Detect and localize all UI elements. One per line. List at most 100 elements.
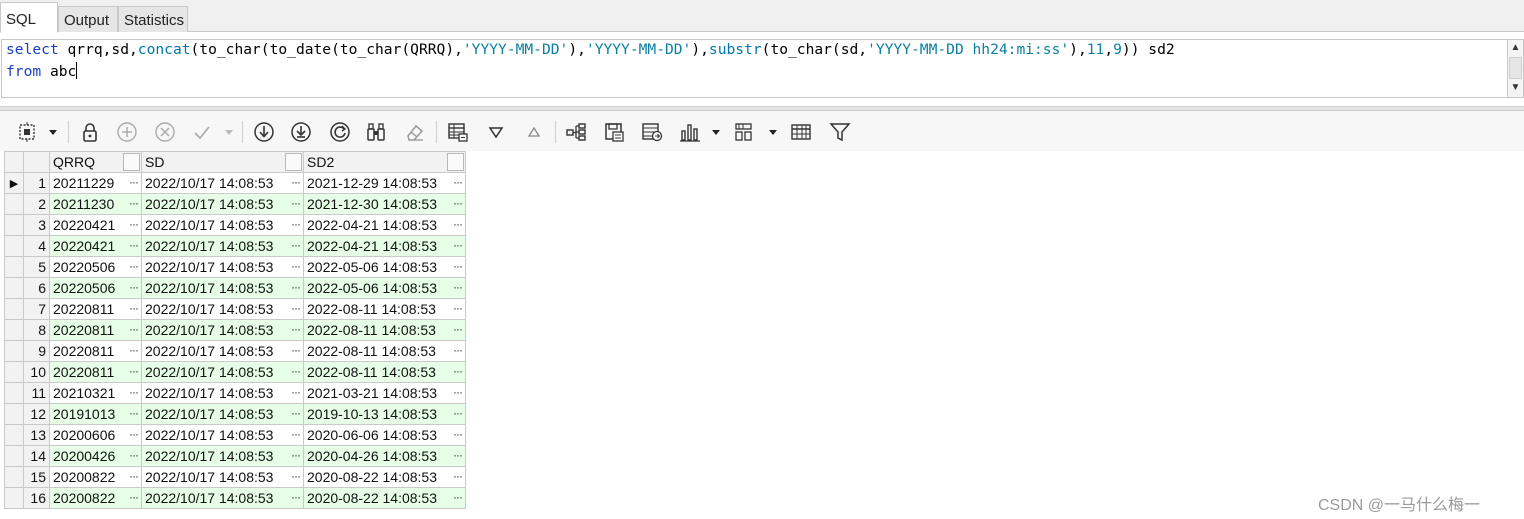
cell-sd[interactable]: 2022/10/17 14:08:53 ···	[141, 256, 304, 278]
tab-statistics[interactable]: Statistics	[118, 6, 188, 32]
filter-icon[interactable]	[828, 120, 852, 144]
cell-editor-button[interactable]: ···	[291, 279, 301, 297]
dropdown-arrow-icon[interactable]	[710, 120, 722, 144]
cell-qrrq[interactable]: 20210321 ···	[49, 382, 142, 404]
cell-editor-button[interactable]: ···	[453, 174, 463, 192]
cell-sd[interactable]: 2022/10/17 14:08:53 ···	[141, 298, 304, 320]
cell-editor-button[interactable]: ···	[453, 384, 463, 402]
cell-editor-button[interactable]: ···	[453, 447, 463, 465]
cell-qrrq[interactable]: 20211230 ···	[49, 193, 142, 215]
table-row[interactable]: 13 20200606 ··· 2022/10/17 14:08:53 ··· 2020-…	[4, 424, 466, 446]
row-indicator[interactable]	[4, 193, 24, 215]
cell-sd[interactable]: 2022/10/17 14:08:53 ···	[141, 487, 304, 509]
cell-editor-button[interactable]: ···	[129, 426, 139, 444]
cell-editor-button[interactable]: ···	[291, 195, 301, 213]
cell-sd[interactable]: 2022/10/17 14:08:53 ···	[141, 382, 304, 404]
cell-qrrq[interactable]: 20220421 ···	[49, 235, 142, 257]
refresh-icon[interactable]	[328, 120, 352, 144]
cell-sd[interactable]: 2022/10/17 14:08:53 ···	[141, 172, 304, 194]
cell-editor-button[interactable]: ···	[453, 426, 463, 444]
cell-editor-button[interactable]: ···	[291, 426, 301, 444]
cell-qrrq[interactable]: 20220506 ···	[49, 256, 142, 278]
tree-view-icon[interactable]	[564, 120, 588, 144]
add-record-icon[interactable]	[115, 120, 139, 144]
cell-sd[interactable]: 2022/10/17 14:08:53 ···	[141, 403, 304, 425]
column-header-sd[interactable]: SD	[141, 151, 304, 173]
layout-icon[interactable]	[733, 120, 757, 144]
cell-sd2[interactable]: 2020-08-22 14:08:53 ···	[303, 466, 466, 488]
cell-sd2[interactable]: 2022-04-21 14:08:53 ···	[303, 235, 466, 257]
cell-sd[interactable]: 2022/10/17 14:08:53 ···	[141, 424, 304, 446]
fetch-next-icon[interactable]	[252, 120, 276, 144]
cell-editor-button[interactable]: ···	[291, 405, 301, 423]
chart-icon[interactable]	[678, 120, 702, 144]
cell-sd[interactable]: 2022/10/17 14:08:53 ···	[141, 214, 304, 236]
cell-editor-button[interactable]: ···	[453, 405, 463, 423]
cell-sd2[interactable]: 2022-04-21 14:08:53 ···	[303, 214, 466, 236]
table-row[interactable]: 5 20220506 ··· 2022/10/17 14:08:53 ··· 2022-0…	[4, 256, 466, 278]
scroll-down-arrow-icon[interactable]: ▼	[1510, 82, 1521, 94]
cell-sd2[interactable]: 2022-05-06 14:08:53 ···	[303, 256, 466, 278]
cell-editor-button[interactable]: ···	[291, 258, 301, 276]
delete-record-icon[interactable]	[153, 120, 177, 144]
filter-up-icon[interactable]	[522, 120, 546, 144]
cell-editor-button[interactable]: ···	[291, 321, 301, 339]
table-row[interactable]: 16 20200822 ··· 2022/10/17 14:08:53 ··· 2020-…	[4, 487, 466, 509]
row-indicator[interactable]	[4, 235, 24, 257]
cell-editor-button[interactable]: ···	[129, 174, 139, 192]
query-by-example-icon[interactable]	[364, 120, 388, 144]
cell-qrrq[interactable]: 20200822 ···	[49, 466, 142, 488]
tab-output[interactable]: Output	[58, 6, 118, 32]
cell-qrrq[interactable]: 20220811 ···	[49, 340, 142, 362]
cell-editor-button[interactable]: ···	[453, 300, 463, 318]
cell-sd2[interactable]: 2021-03-21 14:08:53 ···	[303, 382, 466, 404]
filter-down-icon[interactable]	[484, 120, 508, 144]
tab-sql[interactable]: SQL	[0, 2, 58, 33]
select-rows-icon[interactable]	[15, 120, 39, 144]
cell-sd[interactable]: 2022/10/17 14:08:53 ···	[141, 235, 304, 257]
cell-sd2[interactable]: 2020-08-22 14:08:53 ···	[303, 487, 466, 509]
cell-editor-button[interactable]: ···	[291, 468, 301, 486]
lock-icon[interactable]	[78, 120, 102, 144]
cell-qrrq[interactable]: 20200822 ···	[49, 487, 142, 509]
cell-qrrq[interactable]: 20220811 ···	[49, 319, 142, 341]
column-menu-button[interactable]	[285, 153, 302, 171]
cell-editor-button[interactable]: ···	[129, 384, 139, 402]
cell-editor-button[interactable]: ···	[129, 405, 139, 423]
table-row[interactable]: 12 20191013 ··· 2022/10/17 14:08:53 ··· 2019-…	[4, 403, 466, 425]
table-row[interactable]: 10 20220811 ··· 2022/10/17 14:08:53 ··· 2022-…	[4, 361, 466, 383]
table-row[interactable]: 6 20220506 ··· 2022/10/17 14:08:53 ··· 2022-0…	[4, 277, 466, 299]
cell-sd2[interactable]: 2022-08-11 14:08:53 ···	[303, 298, 466, 320]
cell-editor-button[interactable]: ···	[291, 342, 301, 360]
table-row[interactable]: 4 20220421 ··· 2022/10/17 14:08:53 ··· 2022-0…	[4, 235, 466, 257]
table-row[interactable]: ▶ 1 20211229 ··· 2022/10/17 14:08:53 ··· 2021-…	[4, 172, 466, 194]
table-row[interactable]: 7 20220811 ··· 2022/10/17 14:08:53 ··· 2022-0…	[4, 298, 466, 320]
cell-editor-button[interactable]: ···	[291, 216, 301, 234]
cell-editor-button[interactable]: ···	[129, 279, 139, 297]
table-row[interactable]: 8 20220811 ··· 2022/10/17 14:08:53 ··· 2022-0…	[4, 319, 466, 341]
cell-sd2[interactable]: 2022-08-11 14:08:53 ···	[303, 319, 466, 341]
cell-editor-button[interactable]: ···	[129, 489, 139, 507]
cell-editor-button[interactable]: ···	[129, 342, 139, 360]
header-corner[interactable]	[4, 151, 24, 173]
row-indicator[interactable]	[4, 277, 24, 299]
clear-icon[interactable]	[402, 120, 426, 144]
cell-editor-button[interactable]: ···	[453, 321, 463, 339]
row-indicator[interactable]	[4, 466, 24, 488]
grid-view-icon[interactable]	[446, 120, 470, 144]
cell-qrrq[interactable]: 20220421 ···	[49, 214, 142, 236]
cell-editor-button[interactable]: ···	[129, 447, 139, 465]
row-indicator[interactable]	[4, 382, 24, 404]
dropdown-arrow-icon[interactable]	[223, 120, 235, 144]
table-row[interactable]: 9 20220811 ··· 2022/10/17 14:08:53 ··· 2022-0…	[4, 340, 466, 362]
sql-editor[interactable]: select qrrq,sd,concat(to_char(to_date(to…	[1, 39, 1507, 98]
cell-editor-button[interactable]: ···	[453, 258, 463, 276]
row-indicator[interactable]	[4, 256, 24, 278]
table-row[interactable]: 2 20211230 ··· 2022/10/17 14:08:53 ··· 2021-1…	[4, 193, 466, 215]
scroll-up-arrow-icon[interactable]: ▲	[1510, 42, 1521, 54]
editor-vertical-scrollbar[interactable]: ▲ ▼	[1507, 39, 1524, 98]
row-indicator[interactable]	[4, 319, 24, 341]
cell-sd[interactable]: 2022/10/17 14:08:53 ···	[141, 193, 304, 215]
cell-editor-button[interactable]: ···	[291, 237, 301, 255]
row-indicator[interactable]	[4, 424, 24, 446]
